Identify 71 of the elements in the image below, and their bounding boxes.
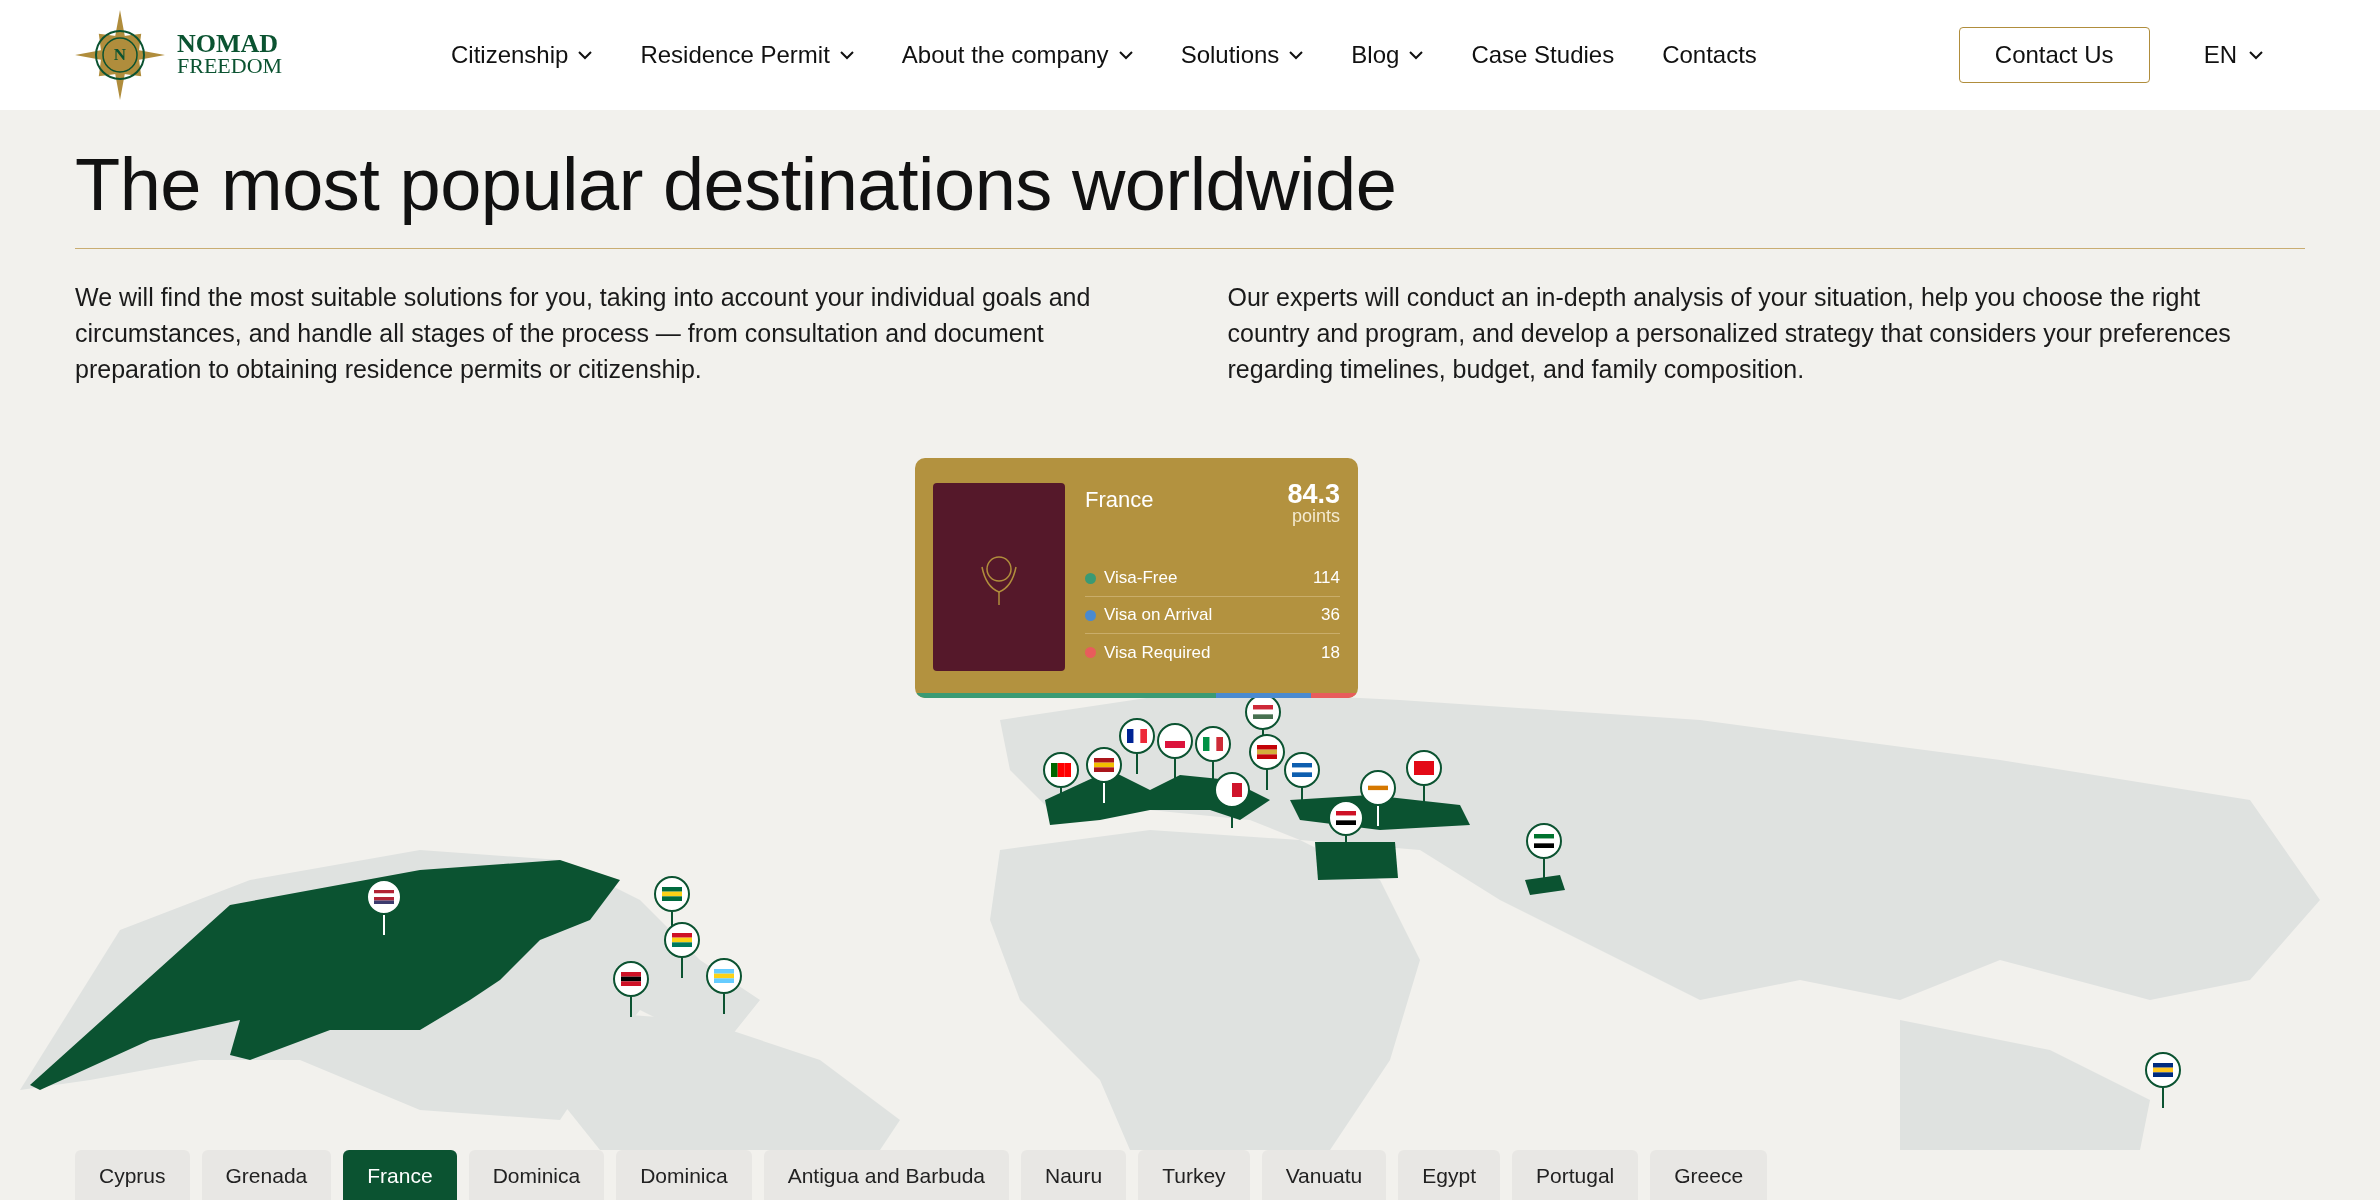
- country-tab[interactable]: Vanuatu: [1261, 1150, 1387, 1200]
- flag-pin-icon[interactable]: [1157, 723, 1193, 759]
- leader-line: [1377, 805, 1379, 827]
- country-tab[interactable]: Portugal: [1512, 1150, 1639, 1200]
- leader-line: [630, 996, 632, 1018]
- leader-line: [681, 957, 683, 979]
- score-unit: points: [1291, 505, 1340, 527]
- language-selector[interactable]: EN: [2203, 37, 2263, 73]
- stat-label: Visa-Free: [1104, 567, 1179, 590]
- leader-line: [2162, 1087, 2164, 1109]
- flag-pin-icon[interactable]: [366, 879, 402, 915]
- leader-line: [1543, 858, 1545, 880]
- logo-mark: N: [112, 44, 128, 66]
- nav-link[interactable]: Blog: [1351, 37, 1424, 73]
- country-tab[interactable]: Grenada: [201, 1150, 332, 1200]
- leader-line: [383, 914, 385, 936]
- country-tab[interactable]: France: [343, 1150, 457, 1200]
- flag-pin-icon[interactable]: [1119, 718, 1155, 754]
- flag-pin-icon[interactable]: [1249, 734, 1285, 770]
- leader-line: [1103, 782, 1105, 804]
- nav-link[interactable]: Citizenship: [451, 37, 593, 73]
- nav-link[interactable]: Residence Permit: [640, 37, 854, 73]
- flag-pin-icon[interactable]: [2145, 1052, 2181, 1088]
- flag-pin-icon[interactable]: [1526, 823, 1562, 859]
- flag-pin-icon[interactable]: [1043, 752, 1079, 788]
- nav-link[interactable]: Case Studies: [1471, 37, 1615, 73]
- country-tab[interactable]: Dominica: [616, 1150, 752, 1200]
- flag-pin-icon[interactable]: [654, 876, 690, 912]
- nav-link[interactable]: About the company: [901, 37, 1133, 73]
- flag-pin-icon[interactable]: [1328, 800, 1364, 836]
- country-tab[interactable]: Turkey: [1138, 1150, 1250, 1200]
- nav-link[interactable]: Solutions: [1180, 37, 1304, 73]
- flag-pin-icon[interactable]: [1360, 770, 1396, 806]
- leader-line: [1174, 758, 1176, 780]
- intro-paragraph: Our experts will conduct an in-depth analysis of your situation, help you choose the right country and program, and develop a personalized strategy that considers your preferences regarding timelines, budget, and family composition.: [1227, 282, 2232, 385]
- score-value: 84.3: [1287, 483, 1340, 505]
- country-tab[interactable]: Dominica: [468, 1150, 605, 1200]
- highlighted-country[interactable]: [1525, 875, 1565, 895]
- country-tab[interactable]: Nauru: [1021, 1150, 1127, 1200]
- stat-value: 114: [1312, 567, 1340, 590]
- country-tab[interactable]: Greece: [1650, 1150, 1768, 1200]
- highlighted-country[interactable]: [30, 860, 620, 1090]
- flag-pin-icon[interactable]: [1284, 752, 1320, 788]
- leader-line: [723, 993, 725, 1015]
- page-heading: The most popular destinations worldwide: [75, 142, 1398, 228]
- flag-pin-icon[interactable]: [613, 961, 649, 997]
- stat-label: Visa on Arrival: [1104, 604, 1214, 627]
- stat-label: Visa Required: [1104, 641, 1212, 664]
- flag-pin-icon[interactable]: [706, 958, 742, 994]
- country-name: France: [1085, 486, 1154, 514]
- logo-title: NOMAD: [177, 33, 280, 55]
- intro-paragraph: We will find the most suitable solutions for you, taking into account your individual goals and circumstances, and handle all stages of the process — from consultation and document preparation to obtaining residence permits or citizenship.: [75, 282, 1092, 385]
- flag-pin-icon[interactable]: [1406, 750, 1442, 786]
- highlighted-country[interactable]: [1315, 842, 1398, 880]
- flag-pin-icon[interactable]: [1214, 772, 1250, 808]
- logo[interactable]: N NOMAD FREEDOM: [75, 10, 375, 100]
- flag-pin-icon[interactable]: [1195, 726, 1231, 762]
- leader-line: [1136, 753, 1138, 775]
- stat-value: 18: [1321, 641, 1340, 664]
- nav-link[interactable]: Contacts: [1662, 37, 1757, 73]
- country-tab[interactable]: Egypt: [1398, 1150, 1500, 1200]
- flag-pin-icon[interactable]: [664, 922, 700, 958]
- country-tab[interactable]: Cyprus: [75, 1150, 190, 1200]
- leader-line: [1266, 769, 1268, 791]
- stat-value: 36: [1321, 604, 1340, 627]
- chevron-down-icon: [2249, 50, 2263, 60]
- flag-pin-icon[interactable]: [1086, 747, 1122, 783]
- contact-us-button[interactable]: Contact Us: [1958, 27, 2150, 83]
- country-tab[interactable]: Antigua and Barbuda: [763, 1150, 1009, 1200]
- compass-logo-icon: [75, 10, 165, 100]
- logo-subtitle: FREEDOM: [177, 55, 283, 77]
